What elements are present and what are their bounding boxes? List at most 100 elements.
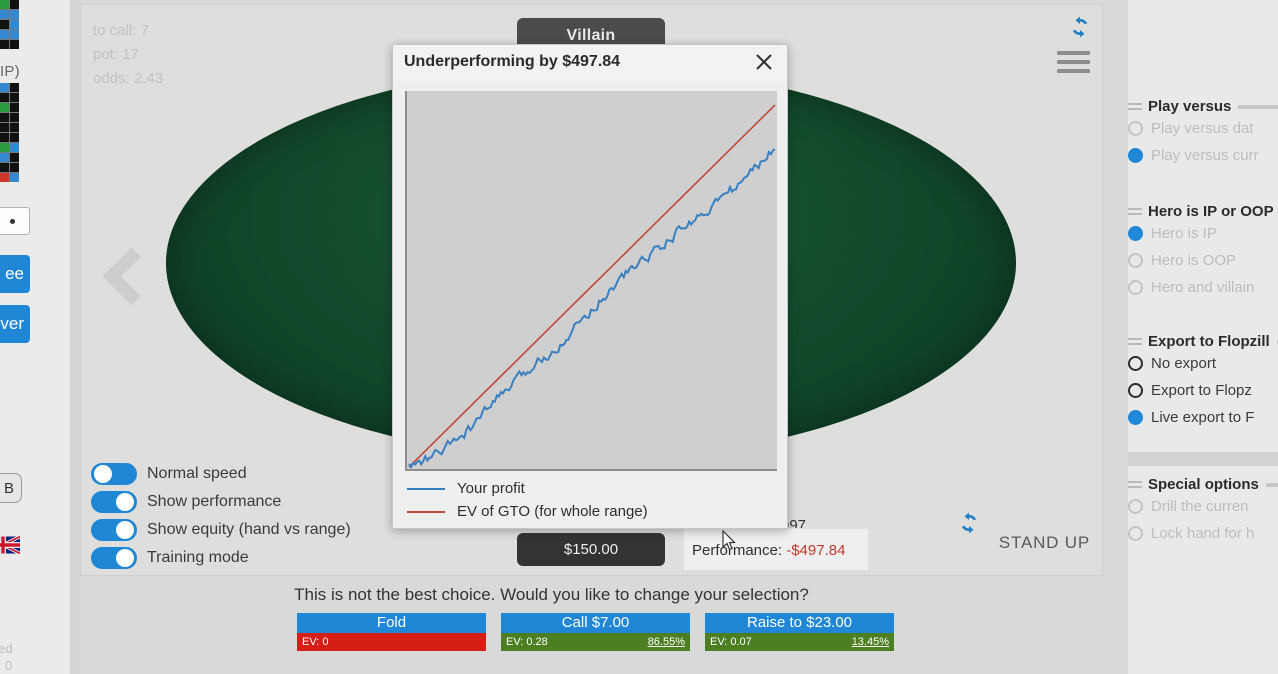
action-label[interactable]: Raise to $23.00 <box>705 613 894 633</box>
sidebar-radio-item[interactable]: Drill the curren <box>1128 493 1278 520</box>
radio-icon[interactable] <box>1128 226 1143 241</box>
radio-icon[interactable] <box>1128 121 1143 136</box>
radio-icon[interactable] <box>1128 526 1143 541</box>
toggle-knob <box>116 548 134 567</box>
sidebar-radio-label: Hero is IP <box>1151 225 1217 242</box>
stat-to-call: to call: 7 <box>93 22 149 39</box>
collapse-handle-icon[interactable] <box>1128 103 1142 110</box>
sidebar-radio-label: Play versus curr <box>1151 147 1259 164</box>
radio-icon[interactable] <box>1128 383 1143 398</box>
performance-refresh-icon[interactable] <box>957 511 981 540</box>
sidebar-radio-item[interactable]: Hero and villain <box>1128 274 1278 301</box>
action-frequency: 86.55% <box>647 636 685 648</box>
refresh-icon[interactable] <box>1068 15 1092 44</box>
sidebar-radio-item[interactable]: No export <box>1128 350 1278 377</box>
toggle-label: Training mode <box>147 548 249 566</box>
toggle-label: Show performance <box>147 492 282 510</box>
toggle-row[interactable]: Show equity (hand vs range) <box>91 516 351 543</box>
group-title-text: Play versus <box>1148 98 1232 115</box>
collapse-handle-icon[interactable] <box>1128 338 1142 345</box>
toggle-row[interactable]: Show performance <box>91 488 351 515</box>
radio-icon[interactable] <box>1128 253 1143 268</box>
radio-icon[interactable] <box>1128 499 1143 514</box>
legend-label: EV of GTO (for whole range) <box>457 503 648 520</box>
legend-swatch <box>407 487 445 490</box>
mouse-cursor <box>722 529 738 552</box>
dialog-header: Underperforming by $497.84 <box>393 45 787 81</box>
action-ev-bar: EV: 0.07 13.45% <box>705 633 894 651</box>
toggle-row[interactable]: Normal speed <box>91 460 351 487</box>
profit-chart <box>405 91 777 471</box>
action-frequency: 13.45% <box>851 636 889 648</box>
dialog-title: Underperforming by $497.84 <box>404 53 621 70</box>
legend-label: Your profit <box>457 480 525 497</box>
radio-icon[interactable] <box>1128 280 1143 295</box>
toggle-knob <box>116 492 134 511</box>
legend-row: Your profit <box>407 477 648 500</box>
sidebar-group-title: Export to Flopzill <box>1128 333 1278 350</box>
range-matrix-bottom[interactable] <box>0 83 19 182</box>
hamburger-menu-icon[interactable] <box>1057 51 1090 73</box>
sidebar-radio-item[interactable]: Hero is IP <box>1128 220 1278 247</box>
toggle-switch[interactable] <box>91 518 137 541</box>
action-button[interactable]: Call $7.00 EV: 0.28 86.55% <box>501 613 690 651</box>
app-root: IP) ee ver B red 2 0 to call: 7 pot: <box>0 0 1278 674</box>
left-rail-label: IP) <box>0 63 20 80</box>
sidebar-group-title: Special options <box>1128 476 1278 493</box>
sidebar-radio-label: No export <box>1151 355 1217 372</box>
toggle-switch[interactable] <box>91 546 137 569</box>
action-ev-bar: EV: 0 <box>297 633 486 651</box>
legend-swatch <box>407 510 445 513</box>
toggle-knob <box>94 464 112 483</box>
stand-up-button[interactable]: STAND UP <box>999 533 1090 553</box>
group-title-text: Export to Flopzill <box>1148 333 1270 350</box>
sidebar-radio-item[interactable]: Live export to F <box>1128 404 1278 431</box>
radio-icon[interactable] <box>1128 356 1143 371</box>
action-label[interactable]: Fold <box>297 613 486 633</box>
left-rail-button-b[interactable]: ver <box>0 305 30 343</box>
sidebar-group-title: Play versus <box>1128 98 1278 115</box>
sidebar-radio-item[interactable]: Hero is OOP <box>1128 247 1278 274</box>
group-title-text: Hero is IP or OOP <box>1148 203 1274 220</box>
collapse-handle-icon[interactable] <box>1128 481 1142 488</box>
rail-divider <box>70 0 80 674</box>
hero-stack[interactable]: $150.00 <box>517 533 665 566</box>
stat-odds: odds: 2.43 <box>93 70 164 87</box>
toggle-switch[interactable] <box>91 490 137 513</box>
action-ev: EV: 0.28 <box>506 636 548 648</box>
sidebar-radio-item[interactable]: Export to Flopz <box>1128 377 1278 404</box>
radio-icon[interactable] <box>1128 410 1143 425</box>
sidebar-radio-label: Drill the curren <box>1151 498 1249 515</box>
radio-icon[interactable] <box>1128 148 1143 163</box>
left-rail-button-a[interactable]: ee <box>0 255 30 293</box>
sidebar-group: Play versus Play versus dat Play versus cu… <box>1128 98 1278 169</box>
sidebar-radio-item[interactable]: Play versus dat <box>1128 115 1278 142</box>
close-icon[interactable] <box>751 49 777 75</box>
chart-legend: Your profit EV of GTO (for whole range) <box>407 477 648 523</box>
left-rail-footer: red 2 0 <box>0 640 13 674</box>
action-ev: EV: 0.07 <box>710 636 752 648</box>
sidebar-radio-label: Hero and villain <box>1151 279 1255 296</box>
action-button[interactable]: Raise to $23.00 EV: 0.07 13.45% <box>705 613 894 651</box>
group-title-text: Special options <box>1148 476 1259 493</box>
toggle-row[interactable]: Training mode <box>91 544 351 571</box>
chevron-left-icon[interactable] <box>97 250 149 302</box>
left-rail-pill[interactable]: B <box>0 473 22 503</box>
stat-pot: pot: 17 <box>93 46 139 63</box>
options-sidebar: Play versus Play versus dat Play versus cu… <box>1128 0 1278 674</box>
collapse-handle-icon[interactable] <box>1128 208 1142 215</box>
performance-readout: Performance: -$497.84 <box>683 528 869 571</box>
uk-flag-icon[interactable] <box>0 534 20 556</box>
performance-chart-dialog: Underperforming by $497.84 Your profit EV… <box>392 44 788 529</box>
left-rail-select[interactable] <box>0 207 30 235</box>
sidebar-radio-item[interactable]: Play versus curr <box>1128 142 1278 169</box>
sidebar-radio-item[interactable]: Lock hand for h <box>1128 520 1278 547</box>
toggle-switch[interactable] <box>91 462 137 485</box>
action-button[interactable]: Fold EV: 0 <box>297 613 486 651</box>
advice-text: This is not the best choice. Would you l… <box>294 585 809 604</box>
action-label[interactable]: Call $7.00 <box>501 613 690 633</box>
range-matrix-top[interactable] <box>0 0 19 49</box>
left-rail: IP) ee ver B red 2 0 <box>0 0 70 674</box>
footer-line-1: red <box>0 641 13 656</box>
group-rule <box>1265 482 1278 487</box>
